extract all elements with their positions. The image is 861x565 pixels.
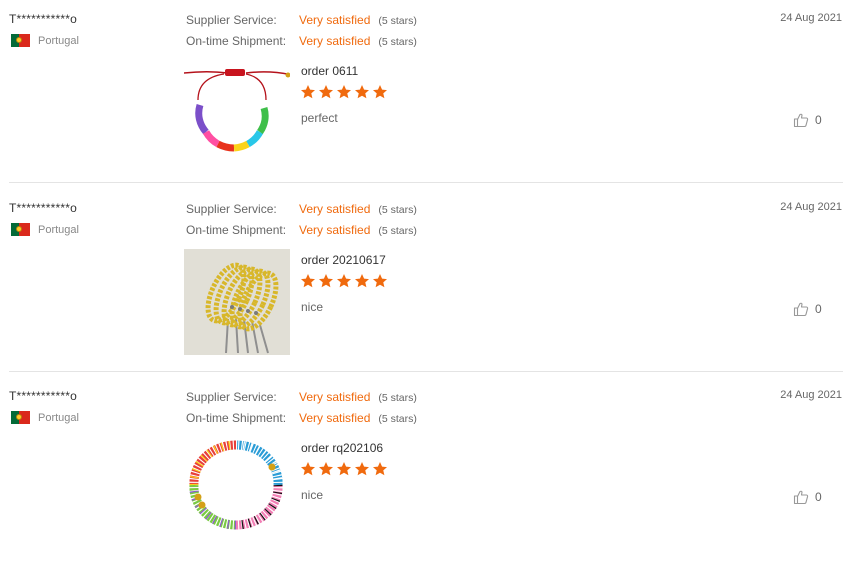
star-icon [337, 462, 351, 476]
star-icon [373, 462, 387, 476]
order-title: order 0611 [301, 64, 359, 78]
star-rating [300, 461, 388, 477]
review-comment: perfect [301, 111, 338, 125]
supplier-service-rating: Supplier Service: Very satisfied (5 star… [186, 13, 417, 27]
rating-label: On-time Shipment: [186, 34, 287, 48]
rating-label: Supplier Service: [186, 13, 277, 27]
review-item: T***********o Portugal Supplier Service:… [0, 0, 861, 188]
reviewer-name: T***********o [9, 201, 77, 215]
rating-value: Very satisfied [299, 202, 371, 216]
review-photo[interactable] [175, 60, 293, 166]
portugal-flag-icon [11, 223, 30, 236]
star-icon [319, 274, 333, 288]
rating-label: On-time Shipment: [186, 223, 287, 237]
star-icon [373, 85, 387, 99]
helpful-count: 0 [815, 490, 822, 504]
review-item: T***********o Portugal Supplier Service:… [0, 189, 861, 377]
helpful-count: 0 [815, 113, 822, 127]
reviewer-country: Portugal [11, 411, 79, 424]
helpful-button[interactable]: 0 [793, 489, 822, 505]
thumbs-up-icon [793, 302, 809, 317]
helpful-count: 0 [815, 302, 822, 316]
star-icon [319, 462, 333, 476]
on-time-shipment-rating: On-time Shipment: Very satisfied (5 star… [186, 411, 417, 425]
star-icon [373, 274, 387, 288]
gold-bead-bracelets-photo [184, 249, 290, 355]
thumbs-up-icon [793, 490, 809, 505]
rating-count: (5 stars) [378, 413, 417, 425]
review-date: 24 Aug 2021 [780, 12, 842, 24]
reviewer-country: Portugal [11, 223, 79, 236]
helpful-button[interactable]: 0 [793, 112, 822, 128]
star-icon [301, 274, 315, 288]
star-icon [301, 85, 315, 99]
star-icon [301, 462, 315, 476]
review-item: T***********o Portugal Supplier Service:… [0, 377, 861, 565]
reviewer-country: Portugal [11, 34, 79, 47]
portugal-flag-icon [11, 411, 30, 424]
helpful-button[interactable]: 0 [793, 301, 822, 317]
rating-value: Very satisfied [299, 390, 371, 404]
on-time-shipment-rating: On-time Shipment: Very satisfied (5 star… [186, 223, 417, 237]
rating-label: Supplier Service: [186, 202, 277, 216]
review-photo[interactable] [184, 249, 290, 355]
on-time-shipment-rating: On-time Shipment: Very satisfied (5 star… [186, 34, 417, 48]
rating-count: (5 stars) [378, 392, 417, 404]
star-icon [355, 462, 369, 476]
rating-label: Supplier Service: [186, 390, 277, 404]
reviewer-name: T***********o [9, 389, 77, 403]
rating-count: (5 stars) [378, 36, 417, 48]
country-name: Portugal [38, 411, 79, 424]
star-icon [337, 85, 351, 99]
portugal-flag-icon [11, 34, 30, 47]
review-divider [9, 371, 843, 372]
supplier-service-rating: Supplier Service: Very satisfied (5 star… [186, 202, 417, 216]
star-rating [300, 84, 388, 100]
country-name: Portugal [38, 223, 79, 236]
rating-value: Very satisfied [299, 223, 371, 237]
order-title: order rq202106 [301, 441, 384, 455]
star-icon [319, 85, 333, 99]
star-icon [337, 274, 351, 288]
star-rating [300, 273, 388, 289]
review-date: 24 Aug 2021 [780, 389, 842, 401]
rating-count: (5 stars) [378, 204, 417, 216]
review-comment: nice [301, 300, 324, 314]
review-divider [9, 182, 843, 183]
rating-label: On-time Shipment: [186, 411, 287, 425]
review-date: 24 Aug 2021 [780, 201, 842, 213]
rating-value: Very satisfied [299, 411, 371, 425]
star-icon [355, 85, 369, 99]
country-name: Portugal [38, 34, 79, 47]
rating-value: Very satisfied [299, 34, 371, 48]
reviewer-name: T***********o [9, 12, 77, 26]
rating-value: Very satisfied [299, 13, 371, 27]
rating-count: (5 stars) [378, 225, 417, 237]
thumbs-up-icon [793, 113, 809, 128]
review-comment: nice [301, 488, 324, 502]
review-photo[interactable] [184, 437, 290, 533]
star-icon [355, 274, 369, 288]
rating-count: (5 stars) [378, 15, 417, 27]
rainbow-bead-bracelet-photo [175, 60, 293, 166]
supplier-service-rating: Supplier Service: Very satisfied (5 star… [186, 390, 417, 404]
order-title: order 20210617 [301, 253, 386, 267]
heishi-bracelet-photo [184, 437, 290, 533]
